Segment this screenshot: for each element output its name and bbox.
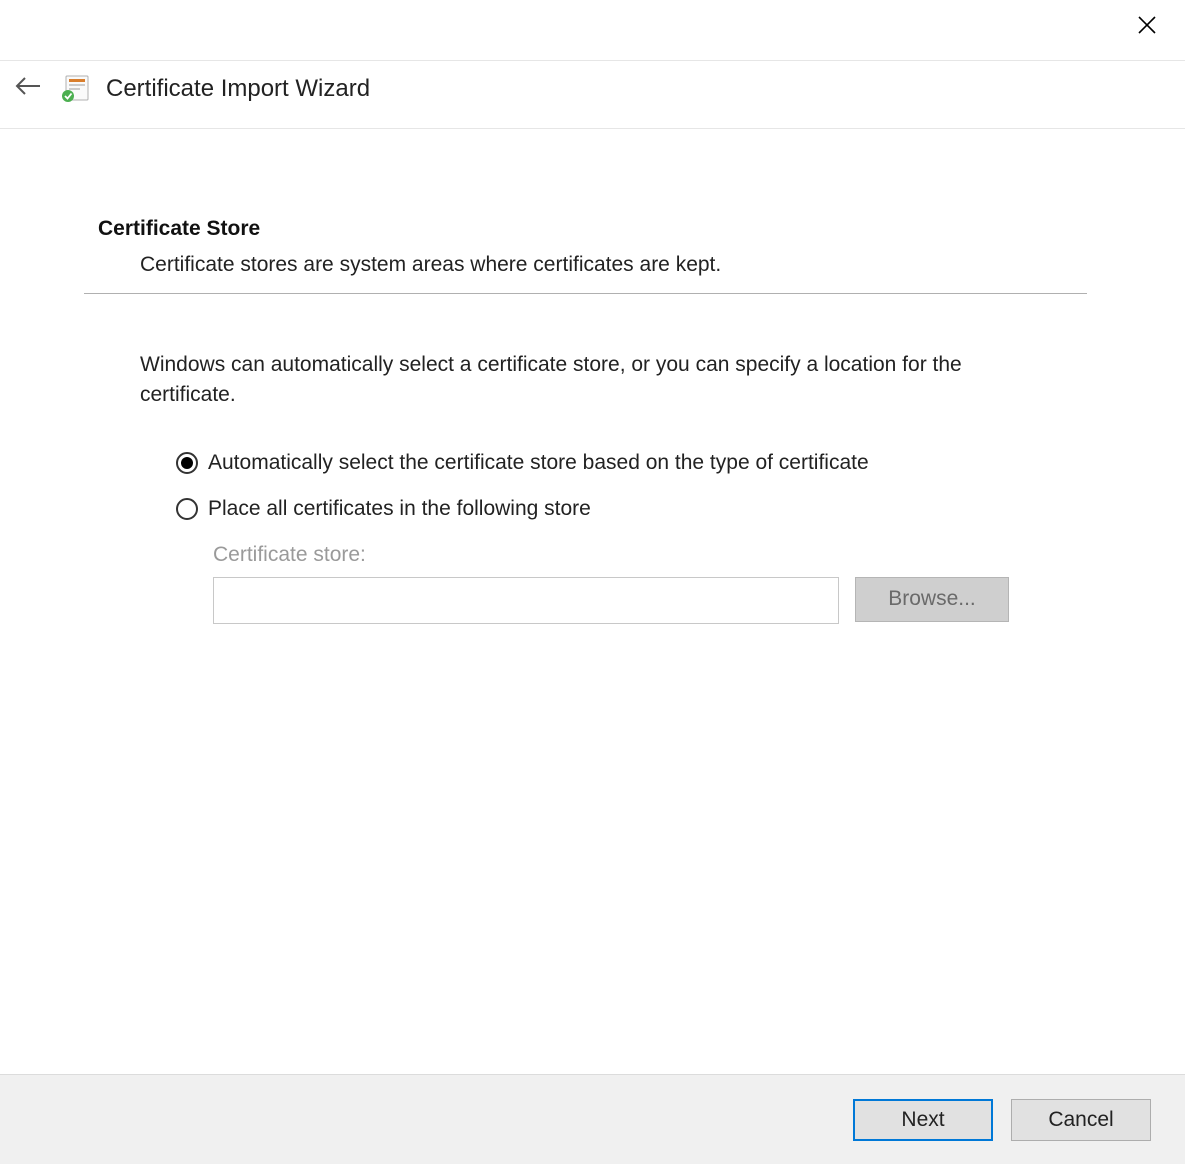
- certificate-store-label: Certificate store:: [213, 543, 1087, 567]
- radio-manual-select[interactable]: Place all certificates in the following …: [176, 497, 1087, 521]
- close-icon[interactable]: [1127, 12, 1167, 40]
- radio-auto-select[interactable]: Automatically select the certificate sto…: [176, 451, 1087, 475]
- wizard-content: Certificate Store Certificate stores are…: [0, 129, 1185, 624]
- store-location-radio-group: Automatically select the certificate sto…: [176, 451, 1087, 521]
- radio-auto-label: Automatically select the certificate sto…: [208, 451, 869, 475]
- divider: [84, 293, 1087, 294]
- cancel-button[interactable]: Cancel: [1011, 1099, 1151, 1141]
- certificate-store-input: [213, 577, 839, 624]
- section-title: Certificate Store: [98, 217, 1087, 241]
- wizard-footer: Next Cancel: [0, 1074, 1185, 1164]
- radio-manual-label: Place all certificates in the following …: [208, 497, 591, 521]
- radio-button-icon: [176, 498, 198, 520]
- next-button[interactable]: Next: [853, 1099, 993, 1141]
- radio-button-icon: [176, 452, 198, 474]
- certificate-store-section: Certificate store: Browse...: [213, 543, 1087, 624]
- instruction-text: Windows can automatically select a certi…: [140, 350, 1020, 411]
- wizard-title: Certificate Import Wizard: [106, 75, 370, 103]
- browse-button: Browse...: [855, 577, 1009, 622]
- section-description: Certificate stores are system areas wher…: [140, 253, 1087, 277]
- wizard-header: Certificate Import Wizard: [0, 60, 1185, 129]
- certificate-icon: [60, 74, 92, 104]
- back-arrow-icon[interactable]: [8, 73, 60, 104]
